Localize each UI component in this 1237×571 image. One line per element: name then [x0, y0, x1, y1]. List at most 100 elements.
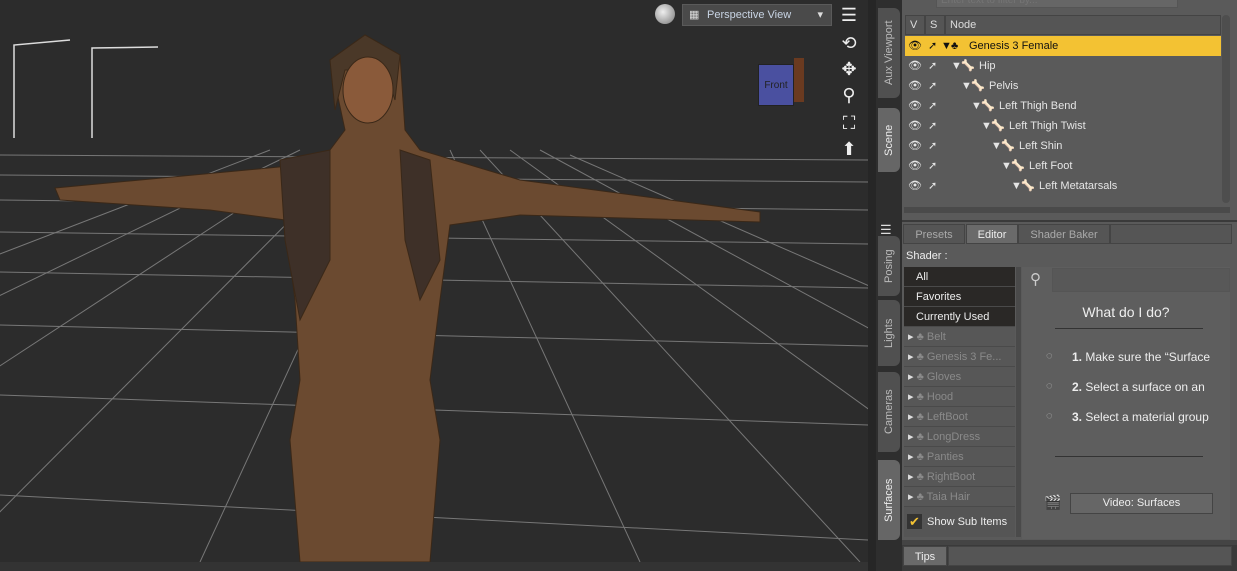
tab-lights[interactable]: Lights	[878, 300, 900, 366]
pan-icon[interactable]: ✥	[838, 58, 860, 80]
help-step: 3. Select a material group	[1072, 410, 1209, 424]
select-arrow-icon[interactable]: ➚	[928, 176, 937, 196]
expand-arrow-icon[interactable]: ▸	[908, 391, 914, 403]
help-step: 2. Select a surface on an	[1072, 380, 1205, 394]
reset-icon[interactable]: ⬆	[838, 138, 860, 160]
splitter[interactable]	[1016, 267, 1021, 537]
node-label: Left Foot	[1029, 160, 1073, 172]
tab-presets[interactable]: Presets	[903, 224, 965, 244]
frame-icon[interactable]: ⛶	[838, 112, 860, 134]
tab-surfaces[interactable]: Surfaces	[878, 460, 900, 540]
eye-icon[interactable]: 👁	[908, 56, 922, 76]
viewport-grid	[0, 34, 868, 562]
scene-node-row[interactable]: 👁 ➚ ▼ ♣ Genesis 3 Female	[905, 36, 1221, 56]
bone-icon: 🦴	[1011, 160, 1025, 172]
select-arrow-icon[interactable]: ➚	[928, 136, 937, 156]
expand-arrow-icon[interactable]: ▸	[908, 451, 914, 463]
select-arrow-icon[interactable]: ➚	[928, 76, 937, 96]
select-arrow-icon[interactable]: ➚	[928, 96, 937, 116]
view-cube[interactable]: Front	[758, 64, 794, 106]
menu-icon[interactable]: ☰	[838, 4, 860, 26]
window-icon: ▦	[689, 9, 700, 21]
bone-icon: 🦴	[991, 120, 1005, 132]
help-title: What do I do?	[1082, 304, 1170, 320]
expand-arrow-icon[interactable]: ▸	[908, 331, 914, 343]
expand-arrow-icon[interactable]: ▸	[908, 371, 914, 383]
expand-arrow-icon[interactable]: ▸	[908, 351, 914, 363]
orbit-icon[interactable]: ⟲	[838, 32, 860, 54]
spinner-icon: ◌	[1046, 410, 1053, 422]
scene-node-row[interactable]: 👁 ➚ ▼ 🦴 Left Foot	[905, 156, 1221, 176]
expand-arrow-icon[interactable]: ▸	[908, 471, 914, 483]
surface-item[interactable]: ▸ ♣ Genesis 3 Fe...	[904, 347, 1015, 367]
bone-icon: 🦴	[971, 80, 985, 92]
video-surfaces-button[interactable]: Video: Surfaces	[1070, 493, 1213, 514]
surface-item[interactable]: ▸ ♣ Gloves	[904, 367, 1015, 387]
surface-item[interactable]: ▸ ♣ Hood	[904, 387, 1015, 407]
surface-item[interactable]: ▸ ♣ LongDress	[904, 427, 1015, 447]
scene-node-row[interactable]: 👁 ➚ ▼ 🦴 Left Thigh Bend	[905, 96, 1221, 116]
scene-filter-input[interactable]	[936, 0, 1178, 8]
tab-posing[interactable]: Posing	[878, 236, 900, 296]
figure-model[interactable]	[54, 34, 761, 562]
show-sub-items-label: Show Sub Items	[927, 516, 1008, 528]
node-label: Pelvis	[989, 80, 1019, 92]
shader-category[interactable]: Currently Used	[904, 307, 1015, 327]
eye-icon[interactable]: 👁	[908, 36, 922, 56]
tab-tips[interactable]: Tips	[903, 546, 947, 566]
chevron-down-icon: ▾	[817, 9, 823, 21]
figure-icon: ♣	[916, 371, 924, 383]
tab-cameras[interactable]: Cameras	[878, 372, 900, 452]
expand-arrow-icon[interactable]: ▸	[908, 411, 914, 423]
scene-node-row[interactable]: 👁 ➚ ▼ 🦴 Left Shin	[905, 136, 1221, 156]
panel-menu-icon[interactable]: ☰	[880, 222, 892, 238]
figure-icon: ♣	[916, 451, 924, 463]
tab-editor[interactable]: Editor	[966, 224, 1018, 244]
help-step: 1. Make sure the “Surface	[1072, 350, 1211, 364]
zoom-icon[interactable]: ⚲	[838, 84, 860, 106]
panel-splitter[interactable]	[902, 540, 1237, 545]
tab-aux-viewport[interactable]: Aux Viewport	[878, 8, 900, 98]
show-sub-items-row: ✔ Show Sub Items	[904, 507, 1015, 537]
shader-category[interactable]: All	[904, 267, 1015, 287]
scene-hscrollbar[interactable]	[904, 207, 1230, 213]
scene-node-row[interactable]: 👁 ➚ ▼ 🦴 Left Thigh Twist	[905, 116, 1221, 136]
expand-arrow-icon[interactable]: ▸	[908, 491, 914, 503]
eye-icon[interactable]: 👁	[908, 176, 922, 196]
shader-category[interactable]: Favorites	[904, 287, 1015, 307]
select-arrow-icon[interactable]: ➚	[928, 56, 937, 76]
3d-viewport[interactable]: ▦ Perspective View ▾ ☰ ⟲ ✥ ⚲ ⛶ ⬆ Front	[0, 0, 868, 562]
surface-item[interactable]: ▸ ♣ Panties	[904, 447, 1015, 467]
tab-scene[interactable]: Scene	[878, 108, 900, 172]
render-sphere-icon[interactable]	[655, 4, 675, 24]
eye-icon[interactable]: 👁	[908, 96, 922, 116]
tab-shader-baker[interactable]: Shader Baker	[1018, 224, 1110, 244]
select-arrow-icon[interactable]: ➚	[928, 36, 937, 56]
eye-icon[interactable]: 👁	[908, 116, 922, 136]
scene-node-row[interactable]: 👁 ➚ ▼ 🦴 Hip	[905, 56, 1221, 76]
scene-scrollbar[interactable]	[1222, 15, 1230, 203]
surface-item[interactable]: ▸ ♣ Taia Hair	[904, 487, 1015, 507]
scene-node-row[interactable]: 👁 ➚ ▼ 🦴 Pelvis	[905, 76, 1221, 96]
view-selector[interactable]: ▦ Perspective View ▾	[682, 4, 832, 26]
column-visible[interactable]: V	[905, 15, 925, 35]
surface-item[interactable]: ▸ ♣ Belt	[904, 327, 1015, 347]
figure-icon: ♣	[916, 331, 924, 343]
surface-item[interactable]: ▸ ♣ RightBoot	[904, 467, 1015, 487]
column-selectable[interactable]: S	[925, 15, 945, 35]
eye-icon[interactable]: 👁	[908, 136, 922, 156]
expand-arrow-icon[interactable]: ▸	[908, 431, 914, 443]
column-node[interactable]: Node	[945, 15, 1221, 35]
figure-icon: ♣	[951, 40, 959, 52]
select-arrow-icon[interactable]: ➚	[928, 116, 937, 136]
panel-splitter[interactable]	[868, 0, 876, 571]
select-arrow-icon[interactable]: ➚	[928, 156, 937, 176]
show-sub-items-checkbox[interactable]: ✔	[907, 514, 922, 529]
eye-icon[interactable]: 👁	[908, 156, 922, 176]
eye-icon[interactable]: 👁	[908, 76, 922, 96]
scene-node-row[interactable]: 👁 ➚ ▼ 🦴 Left Metatarsals	[905, 176, 1221, 196]
tab-bar-filler	[1110, 224, 1232, 244]
surface-item[interactable]: ▸ ♣ LeftBoot	[904, 407, 1015, 427]
shader-search-input[interactable]	[1052, 268, 1230, 292]
node-label: Left Shin	[1019, 140, 1063, 152]
